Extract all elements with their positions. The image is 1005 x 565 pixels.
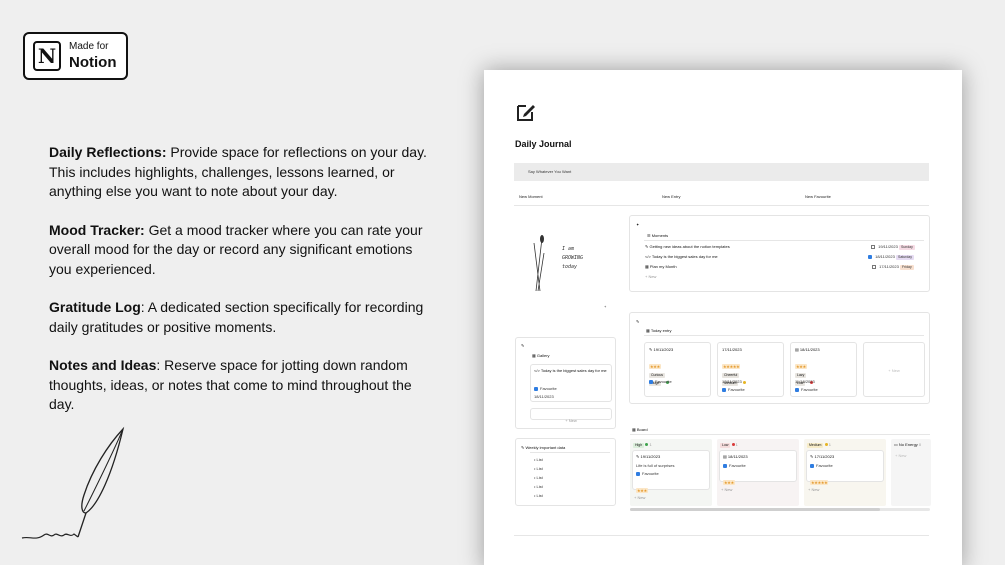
feature-title: Daily Reflections: — [49, 144, 167, 160]
feature-notes-ideas: Notes and Ideas: Reserve space for jotti… — [49, 356, 429, 415]
feature-mood-tracker: Mood Tracker: Get a mood tracker where y… — [49, 221, 429, 280]
feature-list: Daily Reflections: Provide space for ref… — [49, 143, 429, 434]
new-entry-button[interactable]: New Entry — [662, 194, 680, 199]
gallery-new-button[interactable]: + New — [530, 408, 612, 423]
board-column-medium: Medium 1 ✎ 17/11/2023 Favourite ★★★★★ + … — [804, 439, 886, 506]
divider — [514, 535, 929, 536]
list-item: • List — [534, 475, 543, 480]
board-column-low: Low 1 ▤ 18/11/2023 Favourite ★★★ + New — [717, 439, 799, 506]
moment-row[interactable]: </> Today is the biggest sales day for m… — [645, 254, 718, 259]
entry-new-button[interactable]: + New — [863, 342, 925, 397]
gallery-card[interactable]: </> Today is the biggest sales day for m… — [530, 364, 612, 402]
today-entry-tab[interactable]: ▦ Today entry — [646, 328, 672, 333]
feature-title: Gratitude Log — [49, 299, 141, 315]
board-card[interactable]: ✎ 17/11/2023 Favourite ★★★★★ — [806, 450, 884, 485]
gallery-section: ✎ ▦ Gallery </> Today is the biggest sal… — [515, 337, 616, 429]
board-new-button[interactable]: + New — [721, 487, 732, 492]
new-favourite-button[interactable]: New Favourite — [805, 194, 831, 199]
drawing-text-line: GROWING — [562, 255, 584, 261]
board-card[interactable]: ✎ 19/11/2023 Life is full of surprises F… — [632, 450, 710, 493]
new-moment-button[interactable]: New Moment — [519, 194, 543, 199]
notion-page-preview: Daily Journal Say Whatever You Want New … — [484, 70, 962, 565]
badge-line2: Notion — [69, 54, 117, 71]
weekly-header: ✎ Weekly important data — [521, 445, 566, 450]
growing-drawing: I am GROWING today — [526, 233, 616, 293]
feature-title: Mood Tracker: — [49, 221, 145, 238]
gallery-tab[interactable]: ▦ Gallery — [532, 353, 550, 358]
feature-title: Notes and Ideas — [49, 357, 157, 373]
entry-card[interactable]: 17/11/2023 ★★★★★ Cheerful Medium 17/11/2… — [717, 342, 784, 397]
moment-row[interactable]: ✎ Getting new ideas about the notion tem… — [645, 244, 730, 249]
moment-row-meta: 18/11/2023 Saturday — [868, 254, 914, 260]
page-title: Daily Journal — [515, 139, 572, 149]
board-horizontal-scrollbar[interactable] — [630, 508, 930, 511]
board-new-button[interactable]: + New — [808, 487, 819, 492]
today-entry-section: ✎ ▦ Today entry ✎ 19/11/2023 ★★★ Curious… — [629, 312, 930, 404]
say-bar-text: Say Whatever You Want — [528, 169, 572, 174]
entry-card[interactable]: ✎ 19/11/2023 ★★★ Curious Huge Favourite — [644, 342, 711, 397]
say-whatever-callout[interactable]: Say Whatever You Want — [514, 163, 929, 181]
feather-quill-icon — [21, 426, 125, 539]
pencil-icon: ✎ — [521, 343, 525, 348]
moments-tab[interactable]: ☰ Moments — [647, 233, 668, 238]
notion-logo-icon: N — [33, 41, 61, 71]
drawing-text-line: today — [562, 264, 578, 270]
divider — [514, 205, 929, 206]
board-column-no-energy: ▭ No Energy 0 + New — [891, 439, 931, 506]
board-new-button[interactable]: + New — [634, 495, 645, 500]
resize-handle-icon[interactable]: + — [604, 304, 606, 309]
list-item: • List — [534, 457, 543, 462]
list-item: • List — [534, 484, 543, 489]
entry-card[interactable]: ▤ 18/11/2023 ★★★ Lazy Low 11/18/2023 Fav… — [790, 342, 857, 397]
board-card[interactable]: ▤ 18/11/2023 Favourite ★★★ — [719, 450, 797, 485]
made-for-notion-badge: N Made for Notion — [23, 32, 128, 80]
feature-daily-reflections: Daily Reflections: Provide space for ref… — [49, 143, 429, 202]
moment-row[interactable]: ▦ Plan my Month — [645, 264, 677, 269]
board-new-button[interactable]: + New — [895, 453, 906, 458]
badge-line1: Made for — [69, 41, 109, 52]
plant-sketch-icon — [533, 235, 545, 292]
edit-icon: ✎ — [636, 319, 640, 324]
board-tab[interactable]: ▦ Board — [632, 427, 648, 432]
moments-new-button[interactable]: + New — [645, 274, 656, 279]
edit-note-icon — [517, 105, 535, 121]
board-column-high: High 1 ✎ 19/11/2023 Life is full of surp… — [630, 439, 712, 506]
moments-section: ✦ ☰ Moments ✎ Getting new ideas about th… — [629, 215, 930, 292]
sparkle-icon: ✦ — [636, 222, 640, 227]
feature-gratitude-log: Gratitude Log: A dedicated section speci… — [49, 298, 429, 337]
moment-row-meta: 17/11/2023 Friday — [872, 264, 914, 270]
list-item: • List — [534, 493, 543, 498]
list-item: • List — [534, 466, 543, 471]
moment-row-meta: 19/11/2023 Sunday — [871, 244, 915, 250]
weekly-data-section: ✎ Weekly important data • List • List • … — [515, 438, 616, 506]
drawing-text-line: I am — [562, 246, 575, 252]
